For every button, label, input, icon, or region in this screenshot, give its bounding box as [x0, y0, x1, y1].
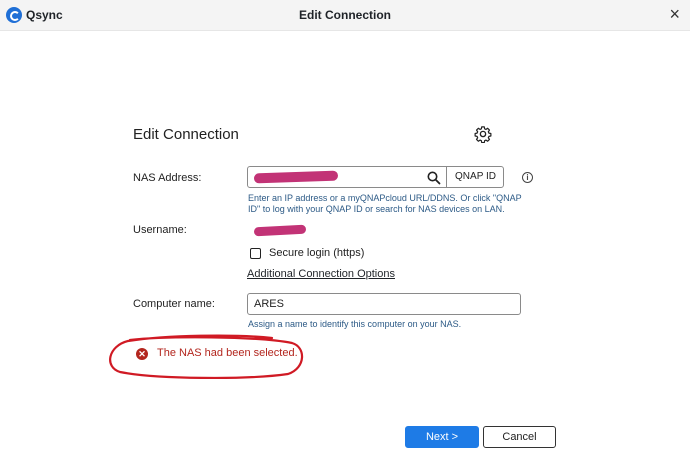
error-x-icon: ✕ — [136, 348, 148, 360]
gear-icon[interactable] — [474, 125, 492, 143]
nas-address-hint-line1: Enter an IP address or a myQNAPcloud URL… — [248, 193, 522, 203]
window-title: Edit Connection — [299, 8, 391, 22]
qnap-id-button[interactable]: QNAP ID — [446, 167, 504, 187]
computer-name-label: Computer name: — [133, 298, 215, 310]
error-text: The NAS had been selected. — [157, 347, 298, 359]
close-icon[interactable]: × — [669, 3, 680, 25]
info-icon[interactable]: i — [522, 172, 533, 183]
page-title: Edit Connection — [133, 126, 239, 143]
title-bar: Qsync Edit Connection × — [0, 0, 690, 31]
username-label: Username: — [133, 224, 187, 236]
error-message: ✕ The NAS had been selected. — [106, 334, 304, 380]
nas-address-field: QNAP ID — [247, 166, 504, 188]
nas-address-hint-line2: ID" to log with your QNAP ID or search f… — [248, 204, 505, 214]
next-button[interactable]: Next > — [405, 426, 479, 448]
computer-name-input[interactable] — [247, 293, 521, 315]
secure-login-label[interactable]: Secure login (https) — [269, 247, 364, 259]
username-redaction-mark — [253, 224, 307, 237]
computer-name-hint: Assign a name to identify this computer … — [248, 319, 462, 329]
additional-connection-options-link[interactable]: Additional Connection Options — [247, 268, 395, 280]
search-icon[interactable] — [426, 170, 442, 186]
cancel-button[interactable]: Cancel — [483, 426, 556, 448]
secure-login-checkbox[interactable] — [250, 248, 261, 259]
nas-address-label: NAS Address: — [133, 172, 202, 184]
